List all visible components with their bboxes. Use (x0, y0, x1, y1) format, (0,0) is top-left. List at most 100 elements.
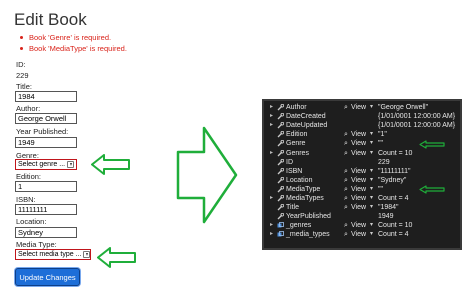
field-icon (277, 231, 284, 237)
field-icon (277, 222, 284, 228)
debugger-row-name: Author (286, 104, 307, 111)
debugger-row-yearpublished[interactable]: YearPublished 1949 (264, 212, 460, 221)
year-label: Year Published: (16, 127, 69, 136)
view-dropdown-icon[interactable]: ▾ (370, 203, 373, 212)
view-button[interactable]: View (351, 149, 366, 158)
wrench-icon (277, 167, 284, 175)
mediatype-label: Media Type: (16, 240, 57, 249)
author-label: Author: (16, 104, 41, 113)
debugger-row-name: Location (286, 176, 313, 184)
debugger-row-name: ISBN (286, 167, 303, 175)
view-dropdown-icon[interactable]: ▾ (370, 230, 373, 239)
magnifier-icon[interactable]: ⌕ (344, 221, 348, 230)
location-label: Location: (16, 217, 47, 226)
expand-arrow-icon[interactable]: ▸ (270, 112, 273, 121)
view-button[interactable]: View (351, 203, 366, 212)
debugger-row-value: {1/01/0001 12:00:00 AM} (378, 113, 456, 121)
location-input[interactable]: Sydney (15, 227, 77, 238)
view-button[interactable]: View (351, 185, 366, 194)
debugger-row-mediatypes[interactable]: ▸ MediaTypes ⌕ View ▾ Count = 4 (264, 194, 460, 203)
magnifier-icon[interactable]: ⌕ (344, 176, 348, 185)
view-button[interactable]: View (351, 176, 366, 185)
isbn-label: ISBN: (16, 195, 36, 204)
arrow-left-icon (97, 247, 136, 268)
expand-arrow-icon[interactable]: ▸ (270, 221, 273, 230)
debugger-row-value: Count = 4 (378, 195, 409, 202)
debugger-row-media_types[interactable]: ▸ _media_types ⌕ View ▾ Count = 4 (264, 230, 460, 239)
magnifier-icon[interactable]: ⌕ (344, 130, 348, 139)
magnifier-icon[interactable]: ⌕ (344, 203, 348, 212)
view-button[interactable]: View (351, 103, 366, 112)
debugger-row-dateupdated[interactable]: ▸ DateUpdated {1/01/0001 12:00:00 AM} (264, 121, 460, 130)
view-dropdown-icon[interactable]: ▾ (370, 176, 373, 185)
debugger-row-value: "George Orwell" (378, 104, 429, 111)
debugger-row-name: Genres (286, 149, 309, 157)
debugger-row-name: Genre (286, 140, 306, 148)
wrench-icon (277, 149, 284, 156)
expand-arrow-icon[interactable]: ▸ (270, 230, 273, 239)
view-dropdown-icon[interactable]: ▾ (370, 149, 373, 158)
debugger-row-value: 1949 (378, 213, 394, 221)
debugger-row-location[interactable]: Location ⌕ View ▾ "Sydney" (264, 176, 460, 185)
expand-arrow-icon[interactable]: ▸ (270, 121, 273, 130)
arrow-left-icon (91, 154, 130, 175)
view-dropdown-icon[interactable]: ▾ (370, 185, 373, 194)
magnifier-icon[interactable]: ⌕ (344, 149, 348, 158)
edition-input[interactable]: 1 (15, 181, 77, 192)
chevron-down-icon (83, 251, 90, 258)
title-input[interactable]: 1984 (15, 91, 77, 102)
view-button[interactable]: View (351, 194, 366, 203)
genre-select[interactable]: Select genre ... (15, 159, 77, 170)
update-changes-button[interactable]: Update Changes (15, 268, 80, 286)
debugger-row-value: 229 (378, 158, 390, 166)
view-dropdown-icon[interactable]: ▾ (370, 194, 373, 203)
mediatype-select[interactable]: Select media type ... (15, 249, 91, 260)
debugger-row-id[interactable]: ID 229 (264, 158, 460, 167)
debugger-row-name: DateUpdated (286, 122, 328, 130)
view-button[interactable]: View (351, 221, 366, 230)
view-dropdown-icon[interactable]: ▾ (370, 167, 373, 176)
debugger-row-name: YearPublished (286, 213, 331, 221)
wrench-icon (277, 204, 284, 211)
magnifier-icon[interactable]: ⌕ (344, 185, 348, 194)
view-dropdown-icon[interactable]: ▾ (370, 103, 373, 112)
page-title: Edit Book (14, 10, 87, 29)
magnifier-icon[interactable]: ⌕ (344, 230, 348, 239)
isbn-input[interactable]: 11111111 (15, 204, 77, 215)
view-button[interactable]: View (351, 230, 366, 239)
view-dropdown-icon[interactable]: ▾ (370, 139, 373, 148)
debugger-locals-panel: ▸ Author ⌕ View ▾ "George Orwell" ▸ DateCreated… (262, 99, 462, 250)
view-button[interactable]: View (351, 130, 366, 139)
wrench-icon (277, 176, 284, 184)
author-input[interactable]: George Orwell (15, 113, 77, 124)
view-button[interactable]: View (351, 167, 366, 176)
magnifier-icon[interactable]: ⌕ (344, 139, 348, 148)
debugger-row-value: Count = 10 (378, 149, 413, 157)
year-published-input[interactable]: 1949 (15, 137, 77, 148)
title-label: Title: (16, 82, 32, 91)
debugger-row-datecreated[interactable]: ▸ DateCreated {1/01/0001 12:00:00 AM} (264, 112, 460, 121)
debugger-row-edition[interactable]: Edition ⌕ View ▾ "1" (264, 130, 460, 139)
debugger-row-author[interactable]: ▸ Author ⌕ View ▾ "George Orwell" (264, 103, 460, 112)
chevron-down-icon (67, 161, 75, 168)
debugger-row-value: Count = 10 (378, 222, 413, 230)
view-dropdown-icon[interactable]: ▾ (370, 130, 373, 139)
debugger-row-value: "" (378, 185, 383, 193)
magnifier-icon[interactable]: ⌕ (344, 103, 348, 112)
genre-select-value: Select genre ... (18, 160, 66, 168)
expand-arrow-icon[interactable]: ▸ (270, 103, 273, 112)
debugger-row-isbn[interactable]: ISBN ⌕ View ▾ "11111111" (264, 167, 460, 176)
view-dropdown-icon[interactable]: ▾ (370, 221, 373, 230)
debugger-row-genres[interactable]: ▸ _genres ⌕ View ▾ Count = 10 (264, 221, 460, 230)
wrench-icon (277, 185, 284, 193)
arrow-left-icon (419, 185, 445, 194)
magnifier-icon[interactable]: ⌕ (344, 194, 348, 203)
debugger-row-value: "1984" (378, 204, 399, 212)
expand-arrow-icon[interactable]: ▸ (270, 194, 273, 203)
expand-arrow-icon[interactable]: ▸ (270, 149, 273, 158)
id-value: 229 (16, 71, 29, 80)
debugger-row-genres[interactable]: ▸ Genres ⌕ View ▾ Count = 10 (264, 149, 460, 158)
magnifier-icon[interactable]: ⌕ (344, 167, 348, 176)
view-button[interactable]: View (351, 139, 366, 148)
debugger-row-title[interactable]: Title ⌕ View ▾ "1984" (264, 203, 460, 212)
